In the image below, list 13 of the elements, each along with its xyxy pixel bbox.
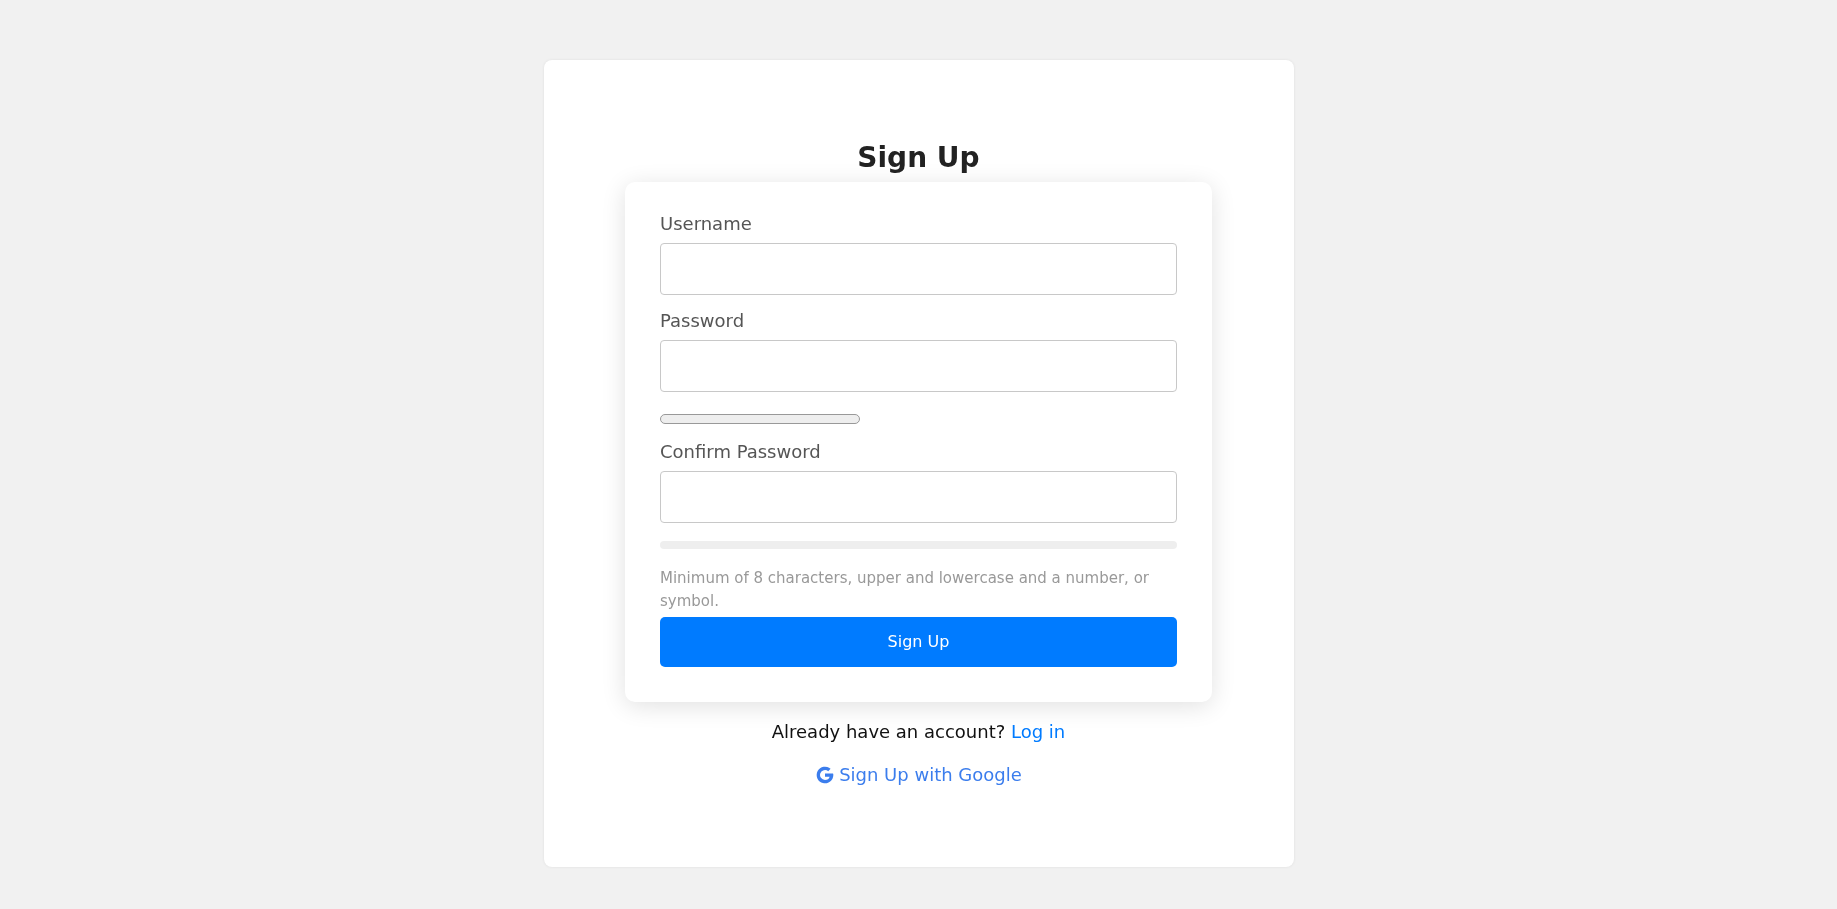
input-field[interactable] xyxy=(660,243,1177,295)
google-signup-link[interactable]: Sign Up with Google xyxy=(815,761,1022,788)
input-field[interactable] xyxy=(660,340,1177,392)
field-label: Username xyxy=(660,212,752,236)
login-prompt: Already have an account? xyxy=(771,721,1006,742)
field-label: Confirm Password xyxy=(660,440,821,464)
google-icon xyxy=(815,764,836,785)
input-field[interactable] xyxy=(660,471,1177,523)
field-label: Password xyxy=(660,309,745,333)
login-link[interactable]: Log in xyxy=(1011,721,1066,742)
hint-text: Minimum of 8 characters, upper and lowercase and a number, or symbol. xyxy=(660,568,1150,612)
sign-up-button[interactable]: Sign Up xyxy=(660,617,1177,667)
page-title: Sign Up xyxy=(856,140,981,176)
